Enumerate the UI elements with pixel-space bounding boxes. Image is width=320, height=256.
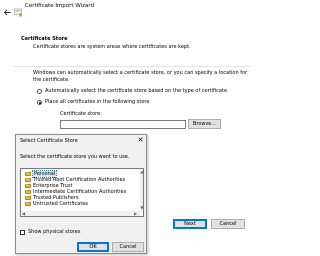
tree-item-label: Untrusted Certificates bbox=[33, 201, 88, 207]
radio-auto-select[interactable] bbox=[37, 89, 42, 94]
select-certificate-store-dialog: Select Certificate Store ✕ Select the ce… bbox=[15, 134, 147, 254]
show-physical-stores-checkbox[interactable] bbox=[20, 230, 25, 235]
certificate-store-tree[interactable]: Personal Trusted Root Certification Auth… bbox=[20, 168, 144, 217]
tree-item-untrusted[interactable]: Untrusted Certificates bbox=[25, 201, 88, 207]
horizontal-scrollbar[interactable]: ◀ ▶ bbox=[21, 211, 140, 216]
certificate-store-label: Certificate store: bbox=[60, 111, 102, 117]
folder-icon bbox=[25, 177, 31, 182]
close-icon[interactable]: ✕ bbox=[137, 137, 144, 144]
scroll-up-icon[interactable]: ▲ bbox=[140, 170, 143, 174]
dialog-title: Select Certificate Store bbox=[20, 138, 78, 144]
radio-auto-select-label[interactable]: Automatically select the certificate sto… bbox=[45, 89, 227, 94]
dialog-instruction: Select the certificate store you want to… bbox=[20, 154, 130, 160]
folder-icon bbox=[25, 171, 31, 176]
show-physical-stores-label[interactable]: Show physical stores bbox=[28, 230, 80, 235]
scroll-right-icon[interactable]: ▶ bbox=[134, 211, 137, 216]
folder-icon bbox=[25, 189, 31, 194]
folder-icon bbox=[25, 195, 31, 200]
scroll-left-icon[interactable]: ◀ bbox=[22, 211, 25, 216]
radio-place-in-store[interactable] bbox=[37, 100, 42, 105]
back-arrow-icon[interactable] bbox=[3, 2, 12, 16]
vertical-scrollbar[interactable]: ▲ ▼ bbox=[140, 169, 143, 212]
wizard-title: Certificate Import Wizard bbox=[25, 3, 95, 9]
folder-icon bbox=[25, 183, 31, 188]
next-button[interactable]: Next bbox=[173, 219, 207, 229]
auto-select-description-line1: Windows can automatically select a certi… bbox=[33, 70, 248, 76]
header-divider bbox=[14, 66, 250, 67]
radio-place-in-store-label[interactable]: Place all certificates in the following … bbox=[45, 100, 149, 105]
scroll-down-icon[interactable]: ▼ bbox=[140, 206, 143, 210]
certificate-store-field[interactable] bbox=[60, 120, 186, 129]
wizard-cancel-button[interactable]: Cancel bbox=[211, 219, 245, 229]
browse-button[interactable]: Browse... bbox=[188, 119, 221, 129]
wizard-header: Certificate Import Wizard bbox=[0, 0, 250, 17]
section-description: Certificate stores are system areas wher… bbox=[33, 44, 191, 50]
dialog-cancel-button[interactable]: Cancel bbox=[112, 242, 144, 252]
auto-select-description-line2: the certificate. bbox=[33, 77, 70, 83]
folder-icon bbox=[25, 201, 31, 206]
section-heading: Certificate Store bbox=[21, 36, 68, 42]
ok-button[interactable]: OK bbox=[77, 242, 109, 252]
certificate-icon bbox=[14, 2, 23, 17]
